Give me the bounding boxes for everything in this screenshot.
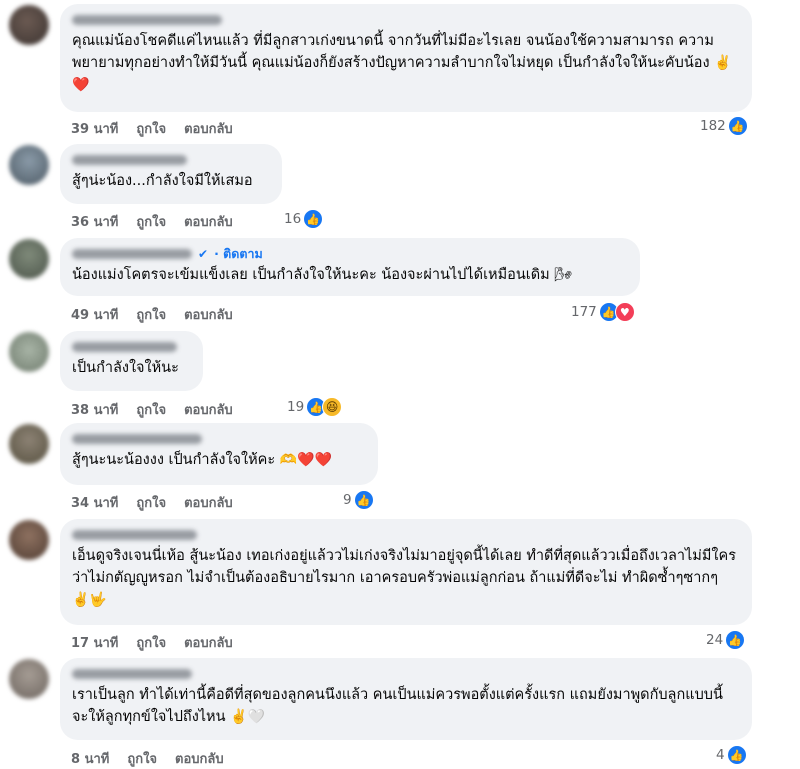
reaction-count: 16 [284, 211, 302, 227]
like-button[interactable]: ถูกใจ [127, 748, 157, 769]
reaction-count: 4 [716, 747, 725, 763]
comment-timestamp[interactable]: 36 นาที [71, 211, 118, 232]
reply-button[interactable]: ตอบกลับ [175, 748, 224, 769]
comment-text: เราเป็นลูก ทำได้เท่านี้คือดีที่สุดของลูก… [72, 687, 723, 725]
commenter-name[interactable] [72, 666, 740, 681]
comment-text: คุณแม่น้องโชคดีแค่ไหนแล้ว ที่มีลูกสาวเก่… [72, 33, 714, 71]
comment-bubble: สู้ๆน่ะน้อง...กำลังใจมีให้เสมอ [60, 144, 282, 204]
like-button[interactable]: ถูกใจ [136, 399, 166, 420]
reply-button[interactable]: ตอบกลับ [184, 492, 233, 513]
comment-timestamp[interactable]: 49 นาที [71, 304, 118, 325]
comment-bubble: สู้ๆนะนะน้องงง เป็นกำลังใจให้คะ 🫶❤️❤️ [60, 423, 378, 485]
reply-button[interactable]: ตอบกลับ [184, 632, 233, 653]
comment-text: น้องแม่งโคตรจะเข้มแข็งเลย เป็นกำลังใจให้… [72, 267, 550, 283]
like-icon: 👍 [727, 116, 748, 136]
reply-button[interactable]: ตอบกลับ [184, 118, 233, 139]
comment-text: เป็นกำลังใจให้นะ [72, 360, 179, 376]
like-button[interactable]: ถูกใจ [136, 118, 166, 139]
verified-badge-icon: ✔ [198, 246, 209, 261]
reaction-summary[interactable]: 16 👍 [284, 209, 324, 229]
like-icon: 👍 [726, 745, 747, 765]
comment-bubble: เป็นกำลังใจให้นะ [60, 331, 203, 391]
avatar[interactable] [9, 239, 49, 279]
comment-bubble: ✔ · ติดตาม น้องแม่งโคตรจะเข้มแข็งเลย เป็… [60, 238, 640, 296]
comment-text: สู้ๆน่ะน้อง...กำลังใจมีให้เสมอ [72, 173, 253, 189]
commenter-name[interactable] [72, 431, 366, 446]
reply-button[interactable]: ตอบกลับ [184, 304, 233, 325]
reaction-summary[interactable]: 177 👍 ♥ [571, 302, 635, 322]
reply-button[interactable]: ตอบกลับ [184, 211, 233, 232]
like-icon: 👍 [353, 490, 374, 510]
comment-timestamp[interactable]: 8 นาที [71, 748, 109, 769]
comment-timestamp[interactable]: 38 นาที [71, 399, 118, 420]
commenter-name[interactable] [72, 248, 192, 259]
avatar[interactable] [9, 145, 49, 185]
like-button[interactable]: ถูกใจ [136, 492, 166, 513]
reaction-count: 9 [343, 492, 352, 508]
avatar[interactable] [9, 520, 49, 560]
comment-timestamp[interactable]: 17 นาที [71, 632, 118, 653]
comment-text: เอ็นดูจริงเจนนี่เห้อ สู้นะน้อง เทอเก่งอย… [72, 548, 736, 586]
avatar[interactable] [9, 424, 49, 464]
commenter-name[interactable] [72, 339, 191, 354]
comment-bubble: คุณแม่น้องโชคดีแค่ไหนแล้ว ที่มีลูกสาวเก่… [60, 4, 752, 112]
comment-emoji: 🌬 [554, 267, 573, 283]
comment-emoji: ✌️🤟 [72, 592, 107, 608]
like-button[interactable]: ถูกใจ [136, 211, 166, 232]
reply-button[interactable]: ตอบกลับ [184, 399, 233, 420]
comment-timestamp[interactable]: 39 นาที [71, 118, 118, 139]
comment-text: สู้ๆนะนะน้องงง เป็นกำลังใจให้คะ [72, 452, 276, 468]
reaction-count: 19 [287, 399, 305, 415]
like-icon: 👍 [303, 209, 324, 229]
reaction-summary[interactable]: 9 👍 [343, 490, 374, 510]
like-button[interactable]: ถูกใจ [136, 632, 166, 653]
like-icon: 👍 [725, 630, 746, 650]
reaction-summary[interactable]: 24 👍 [706, 630, 746, 650]
avatar[interactable] [9, 332, 49, 372]
haha-icon: 😆 [322, 397, 343, 417]
avatar[interactable] [9, 5, 49, 45]
reaction-count: 182 [700, 118, 726, 134]
commenter-name[interactable] [72, 527, 740, 542]
reaction-summary[interactable]: 182 👍 [700, 116, 748, 136]
comment-emoji: 🫶❤️❤️ [279, 452, 333, 468]
reaction-count: 24 [706, 632, 724, 648]
avatar[interactable] [9, 659, 49, 699]
comment-timestamp[interactable]: 34 นาที [71, 492, 118, 513]
comment-bubble: เราเป็นลูก ทำได้เท่านี้คือดีที่สุดของลูก… [60, 658, 752, 740]
reaction-summary[interactable]: 19 👍 😆 [287, 397, 343, 417]
like-button[interactable]: ถูกใจ [136, 304, 166, 325]
reaction-summary[interactable]: 4 👍 [716, 745, 747, 765]
love-icon: ♥ [614, 302, 635, 322]
reaction-count: 177 [571, 304, 597, 320]
follow-button[interactable]: ติดตาม [223, 246, 263, 261]
commenter-name[interactable] [72, 152, 270, 167]
comment-emoji: ✌️🤍 [230, 709, 266, 725]
comment-bubble: เอ็นดูจริงเจนนี่เห้อ สู้นะน้อง เทอเก่งอย… [60, 519, 752, 625]
commenter-name[interactable] [72, 12, 740, 27]
